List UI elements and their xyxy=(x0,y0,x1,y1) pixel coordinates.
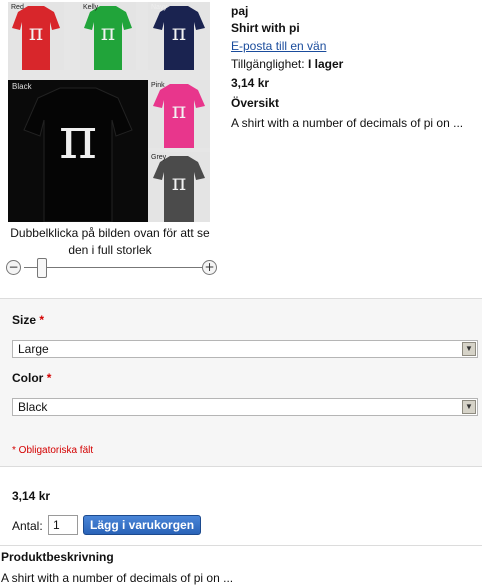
thumbnail-label: Kelly xyxy=(83,4,99,11)
quantity-input[interactable]: 1 xyxy=(48,515,78,535)
add-to-cart-panel: 3,14 kr Antal: 1 Lägg i varukorgen xyxy=(0,467,482,546)
dropdown-arrow-icon[interactable]: ▼ xyxy=(462,342,476,356)
thumbnail-kelly[interactable]: π Kelly xyxy=(80,2,136,70)
color-label-text: Color xyxy=(12,371,44,385)
size-select-value: Large xyxy=(18,342,49,356)
required-marker: * xyxy=(46,371,52,385)
thumbnail-label: Navy xyxy=(151,4,167,11)
grey-shirt-image: π xyxy=(148,152,210,222)
color-select[interactable]: Black ▼ xyxy=(12,398,478,416)
product-options-panel: Size * Large ▼ Color * Black ▼ * Obligat… xyxy=(0,298,482,467)
color-label: Color * xyxy=(12,371,51,385)
thumbnail-black-main[interactable]: π Black xyxy=(8,80,148,222)
cart-price: 3,14 kr xyxy=(12,489,51,503)
description-heading: Produktbeskrivning xyxy=(1,550,114,564)
quantity-label: Antal: xyxy=(12,519,43,533)
product-image-collage[interactable]: π Red π Kelly π Navy π Black π Pink π Gr… xyxy=(8,2,210,222)
required-marker: * xyxy=(39,313,45,327)
zoom-caption: Dubbelklicka på bilden ovan för att se d… xyxy=(10,226,210,257)
svg-text:π: π xyxy=(172,99,186,124)
add-to-cart-button[interactable]: Lägg i varukorgen xyxy=(83,515,202,535)
product-info: paj Shirt with pi E-posta till en vän Ti… xyxy=(231,4,476,133)
thumbnail-pink[interactable]: π Pink xyxy=(148,80,210,148)
thumbnail-red[interactable]: π Red xyxy=(8,2,64,70)
thumbnail-grey[interactable]: π Grey xyxy=(148,152,210,222)
navy-shirt-image: π xyxy=(148,2,210,70)
zoom-out-button[interactable]: − xyxy=(6,260,21,275)
svg-text:π: π xyxy=(29,21,43,46)
availability-label: Tillgänglighet: xyxy=(231,57,305,71)
required-fields-note: * Obligatoriska fält xyxy=(12,445,94,456)
size-label-text: Size xyxy=(12,313,37,327)
zoom-track[interactable] xyxy=(24,267,202,268)
description-text: A shirt with a number of decimals of pi … xyxy=(1,571,234,585)
kelly-shirt-image: π xyxy=(80,2,136,70)
pink-shirt-image: π xyxy=(148,80,210,148)
thumbnail-label: Pink xyxy=(151,82,165,89)
size-label: Size * xyxy=(12,313,44,327)
overview-heading: Översikt xyxy=(231,96,280,110)
product-brand: paj xyxy=(231,4,249,18)
zoom-in-button[interactable]: + xyxy=(202,260,217,275)
svg-text:π: π xyxy=(101,21,115,46)
overview-text: A shirt with a number of decimals of pi … xyxy=(231,116,464,130)
red-shirt-image: π xyxy=(8,2,64,70)
thumbnail-label: Black xyxy=(12,82,32,91)
color-select-value: Black xyxy=(18,400,48,414)
zoom-handle[interactable] xyxy=(37,258,48,278)
svg-text:π: π xyxy=(59,104,97,172)
availability-value: I lager xyxy=(307,57,344,71)
email-friend-link[interactable]: E-posta till en vän xyxy=(231,37,476,55)
thumbnail-navy[interactable]: π Navy xyxy=(148,2,210,70)
svg-text:π: π xyxy=(172,171,186,196)
product-title: Shirt with pi xyxy=(231,21,300,35)
thumbnail-label: Grey xyxy=(151,154,167,161)
product-price: 3,14 kr xyxy=(231,76,270,90)
thumbnail-label: Red xyxy=(11,4,24,11)
svg-text:π: π xyxy=(172,21,186,46)
dropdown-arrow-icon[interactable]: ▼ xyxy=(462,400,476,414)
availability: Tillgänglighet: I lager xyxy=(231,55,476,73)
zoom-slider[interactable]: − + xyxy=(6,258,218,278)
black-shirt-image: π xyxy=(8,80,148,222)
size-select[interactable]: Large ▼ xyxy=(12,340,478,358)
